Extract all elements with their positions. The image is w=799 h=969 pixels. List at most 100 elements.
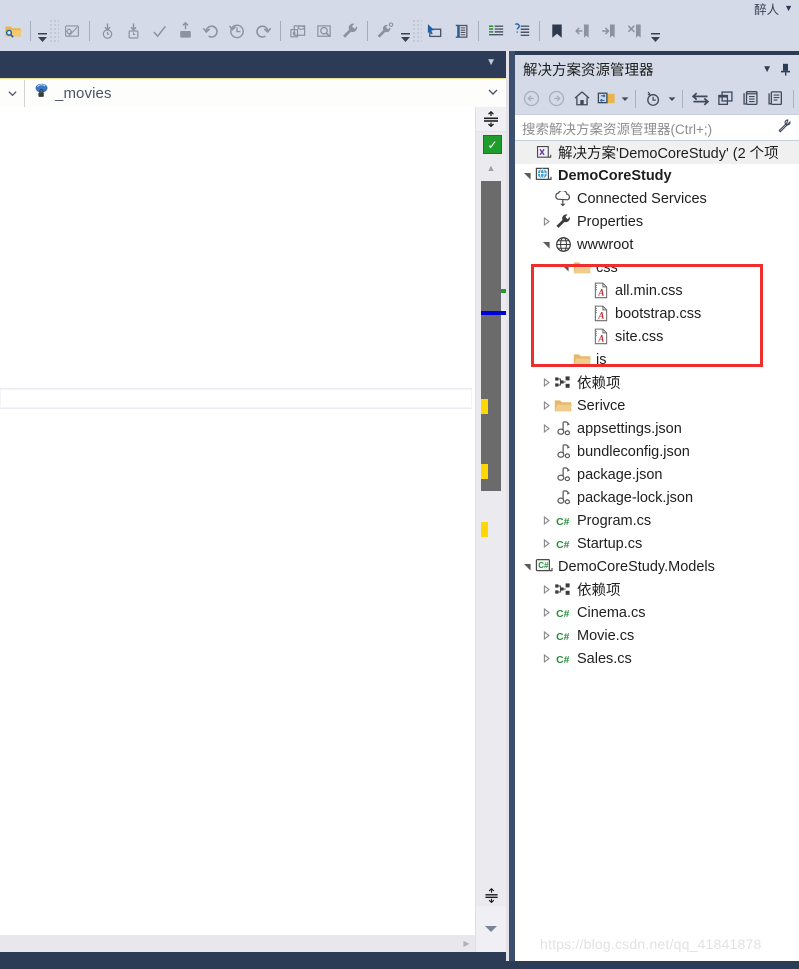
pin-icon[interactable] xyxy=(780,63,791,76)
tree-item-connected-services[interactable]: Connected Services xyxy=(515,187,799,210)
tree-item-appsettings.json[interactable]: appsettings.json xyxy=(515,417,799,440)
connected-services-icon xyxy=(553,187,573,210)
search-marker-2[interactable] xyxy=(481,464,488,479)
tree-item-js[interactable]: js xyxy=(515,348,799,371)
comment-selection-icon[interactable] xyxy=(483,16,509,46)
navigate-backward-icon[interactable] xyxy=(422,16,448,46)
toolbar-overflow-icon-3[interactable] xyxy=(648,14,662,48)
configure-icon xyxy=(59,16,85,46)
toggle-bookmark-icon[interactable] xyxy=(544,16,570,46)
tree-item-[interactable]: 依赖项 xyxy=(515,371,799,394)
scrollbar-thumb[interactable] xyxy=(481,181,514,537)
inspect-icon xyxy=(311,16,337,46)
document-health-indicator[interactable]: ✓ xyxy=(483,135,502,154)
member-dropdown[interactable]: _movies xyxy=(25,80,506,107)
step-over-icon xyxy=(120,16,146,46)
pane-splitter[interactable] xyxy=(506,51,515,961)
tree-item-site.css[interactable]: Asite.css xyxy=(515,325,799,348)
member-dropdown-value: _movies xyxy=(55,85,112,102)
type-dropdown[interactable] xyxy=(0,80,25,107)
tree-item-bootstrap.css[interactable]: Abootstrap.css xyxy=(515,302,799,325)
sync-with-active-document-icon[interactable] xyxy=(688,86,713,111)
svg-text:C#: C# xyxy=(538,561,549,570)
tree-item-label: Startup.cs xyxy=(577,535,643,552)
home-icon[interactable] xyxy=(569,86,594,111)
scroll-up-icon[interactable]: ▲ xyxy=(476,159,506,176)
window-menu-chevron-icon[interactable]: ▼ xyxy=(762,64,772,75)
tree-item-cinema.cs[interactable]: C# Cinema.cs xyxy=(515,601,799,624)
tree-item-startup.cs[interactable]: C# Startup.cs xyxy=(515,532,799,555)
refresh-icon[interactable] xyxy=(713,86,738,111)
tree-item-properties[interactable]: Properties xyxy=(515,210,799,233)
pending-changes-caret[interactable] xyxy=(666,86,677,111)
horizontal-scrollbar[interactable]: ▶ xyxy=(0,935,475,952)
properties-icon[interactable] xyxy=(763,86,788,111)
show-all-files-caret[interactable] xyxy=(619,86,630,111)
tree-item-wwwroot[interactable]: wwwroot xyxy=(515,233,799,256)
search-marker-3[interactable] xyxy=(481,522,488,537)
expand-triangle-right-icon[interactable] xyxy=(540,647,553,670)
collapse-all-icon[interactable] xyxy=(738,86,763,111)
search-marker-1[interactable] xyxy=(481,399,488,414)
split-view-button[interactable] xyxy=(476,107,506,132)
scroll-down-icon[interactable] xyxy=(476,906,506,952)
toggle-outlining-icon[interactable] xyxy=(448,16,474,46)
tree-item-democorestudy-2[interactable]: 解决方案'DemoCoreStudy' (2 个项 xyxy=(515,141,799,164)
solution-explorer-search[interactable]: 搜索解决方案资源管理器(Ctrl+;) xyxy=(515,114,799,141)
tree-item-package-lock.json[interactable]: package-lock.json xyxy=(515,486,799,509)
csharp-file-icon: C# xyxy=(553,601,573,624)
expand-triangle-down-icon[interactable] xyxy=(540,233,553,256)
open-file-icon[interactable] xyxy=(0,16,26,46)
toolbar-overflow-icon-2[interactable] xyxy=(398,14,412,48)
tree-item-serivce[interactable]: Serivce xyxy=(515,394,799,417)
split-view-button-bottom[interactable] xyxy=(476,884,506,906)
expand-triangle-right-icon[interactable] xyxy=(540,601,553,624)
chevron-down-icon[interactable] xyxy=(488,87,498,100)
tree-item-democorestudy[interactable]: DemoCoreStudy xyxy=(515,164,799,187)
tree-item-movie.cs[interactable]: C# Movie.cs xyxy=(515,624,799,647)
solution-tree[interactable]: 解决方案'DemoCoreStudy' (2 个项 DemoCoreStudy Co… xyxy=(515,141,799,961)
uncomment-selection-icon[interactable] xyxy=(509,16,535,46)
tree-item-democorestudy.models[interactable]: C# DemoCoreStudy.Models xyxy=(515,555,799,578)
expand-triangle-right-icon[interactable] xyxy=(540,371,553,394)
tree-item-program.cs[interactable]: C# Program.cs xyxy=(515,509,799,532)
tree-item-label: all.min.css xyxy=(615,282,683,299)
tree-item-[interactable]: 依赖项 xyxy=(515,578,799,601)
scroll-right-icon[interactable]: ▶ xyxy=(458,935,475,952)
toolbar-grip[interactable] xyxy=(49,19,59,43)
tree-item-label: Movie.cs xyxy=(577,627,635,644)
tab-list-chevron-icon[interactable]: ▼ xyxy=(486,58,496,68)
expand-triangle-right-icon[interactable] xyxy=(540,210,553,233)
chevron-down-icon[interactable]: ▼ xyxy=(784,3,793,13)
pending-changes-icon[interactable] xyxy=(641,86,666,111)
code-editor-surface[interactable] xyxy=(0,107,475,935)
search-options-icon[interactable] xyxy=(778,118,793,138)
expand-triangle-down-icon[interactable] xyxy=(521,555,534,578)
tree-item-bundleconfig.json[interactable]: bundleconfig.json xyxy=(515,440,799,463)
expand-triangle-right-icon[interactable] xyxy=(540,509,553,532)
tree-item-sales.cs[interactable]: C# Sales.cs xyxy=(515,647,799,670)
expand-triangle-right-icon[interactable] xyxy=(540,394,553,417)
show-all-files-icon[interactable] xyxy=(594,86,619,111)
search-input[interactable]: 搜索解决方案资源管理器(Ctrl+;) xyxy=(522,118,712,138)
vertical-scrollbar-map[interactable]: ✓ ▲ xyxy=(475,107,514,952)
expand-triangle-right-icon[interactable] xyxy=(540,578,553,601)
tree-item-css[interactable]: css xyxy=(515,256,799,279)
current-line-highlight xyxy=(0,388,472,409)
toolbar-grip-2[interactable] xyxy=(412,19,422,43)
toolbar-overflow-icon[interactable] xyxy=(35,14,49,48)
expander-placeholder xyxy=(540,440,553,463)
toolbar-separator xyxy=(30,21,31,41)
expand-triangle-down-icon[interactable] xyxy=(521,164,534,187)
tree-item-label: wwwroot xyxy=(577,236,634,253)
se-toolbar-separator xyxy=(682,89,683,108)
tree-item-package.json[interactable]: package.json xyxy=(515,463,799,486)
step-out-icon xyxy=(172,16,198,46)
expand-triangle-right-icon[interactable] xyxy=(540,532,553,555)
expand-triangle-right-icon[interactable] xyxy=(540,624,553,647)
expander-placeholder xyxy=(521,141,534,164)
expand-triangle-down-icon[interactable] xyxy=(559,256,572,279)
tree-item-all.min.css[interactable]: Aall.min.css xyxy=(515,279,799,302)
expand-triangle-right-icon[interactable] xyxy=(540,417,553,440)
previous-bookmark-icon xyxy=(570,16,596,46)
